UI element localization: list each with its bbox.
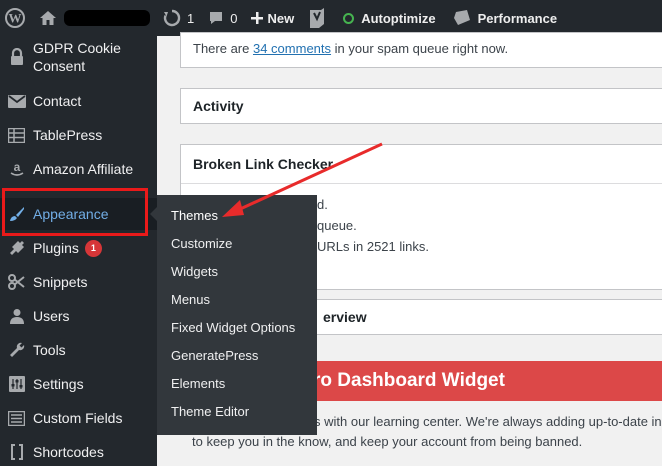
sidebar-item-tools[interactable]: Tools <box>0 336 157 364</box>
performance-icon <box>453 10 471 26</box>
activity-title: Activity <box>193 98 244 114</box>
performance-label: Performance <box>477 10 558 26</box>
table-icon <box>0 127 33 143</box>
sidebar-item-users[interactable]: Users <box>0 302 157 330</box>
performance-button[interactable]: Performance <box>443 0 564 36</box>
sidebar-item-gdpr-cookie-consent[interactable]: GDPR Cookie Consent <box>0 39 157 75</box>
custom-fields-icon <box>0 410 33 426</box>
submenu-item-menus[interactable]: Menus <box>157 286 317 314</box>
learning-center-line-2: to keep you in the know, and keep your a… <box>192 434 583 449</box>
learning-center-line-1: s with our learning center. We're always… <box>314 414 662 429</box>
yoast-icon <box>308 8 326 28</box>
sidebar-item-tablepress[interactable]: TablePress <box>0 121 157 149</box>
sidebar-item-contact[interactable]: Contact <box>0 87 157 115</box>
updates-button[interactable]: 1 <box>156 0 201 36</box>
submenu-item-customize[interactable]: Customize <box>157 230 317 258</box>
plus-icon <box>251 12 264 24</box>
sidebar-item-label: TablePress <box>33 127 103 143</box>
submenu-item-generatepress[interactable]: GeneratePress <box>157 342 317 370</box>
spam-suffix: in your spam queue right now. <box>331 41 509 56</box>
autoptimize-label: Autoptimize <box>361 10 436 26</box>
comments-count: 0 <box>230 10 238 26</box>
blc-line-2: queue. <box>317 218 357 233</box>
updates-count: 1 <box>187 10 195 26</box>
sidebar-item-label: Tools <box>33 342 66 358</box>
sidebar-item-label: Contact <box>33 93 82 109</box>
sidebar-item-label: Settings <box>33 376 84 392</box>
home-icon <box>39 10 57 26</box>
blc-line-1: d. <box>317 197 328 212</box>
amazon-icon: a <box>0 161 33 177</box>
brackets-icon <box>0 444 33 460</box>
new-label: New <box>267 10 295 26</box>
sidebar-item-label: Users <box>33 308 70 324</box>
settings-icon <box>0 376 33 392</box>
spam-comments-link[interactable]: 34 comments <box>253 41 331 56</box>
submenu-item-fixed-widget-options[interactable]: Fixed Widget Options <box>157 314 317 342</box>
sidebar-item-label: Plugins <box>33 240 79 256</box>
spam-queue-text: There are 34 comments in your spam queue… <box>193 41 508 56</box>
site-name-button[interactable] <box>32 0 64 36</box>
autoptimize-status-icon <box>343 12 355 24</box>
plugins-update-badge: 1 <box>84 239 102 257</box>
wordpress-logo-button[interactable]: W <box>0 0 32 36</box>
activity-widget[interactable]: Activity <box>180 88 662 124</box>
sidebar-item-custom-fields[interactable]: Custom Fields <box>0 404 157 432</box>
sidebar-item-settings[interactable]: Settings <box>0 370 157 398</box>
sidebar-item-label: GDPR Cookie Consent <box>33 40 121 74</box>
sidebar-item-label: Shortcodes <box>33 444 104 460</box>
appearance-highlight-annotation <box>2 188 148 236</box>
spam-prefix: There are <box>193 41 253 56</box>
admin-bar: W 1 0 New Autoptimize Performance <box>0 0 662 36</box>
submenu-item-widgets[interactable]: Widgets <box>157 258 317 286</box>
sidebar-item-shortcodes[interactable]: Shortcodes <box>0 438 157 466</box>
lock-icon <box>0 48 33 66</box>
svg-text:a: a <box>13 161 20 174</box>
submenu-item-theme-editor[interactable]: Theme Editor <box>157 398 317 426</box>
sidebar-item-label: Amazon Affiliate <box>33 161 134 177</box>
comment-icon <box>208 10 224 26</box>
sidebar-item-label: Snippets <box>33 274 88 290</box>
refresh-icon <box>163 9 181 27</box>
new-content-button[interactable]: New <box>244 0 301 36</box>
appearance-submenu: Themes Customize Widgets Menus Fixed Wid… <box>157 195 317 435</box>
broken-link-checker-title: Broken Link Checker <box>181 145 662 184</box>
submenu-item-elements[interactable]: Elements <box>157 370 317 398</box>
wrench-icon <box>0 342 33 358</box>
sidebar-item-snippets[interactable]: Snippets <box>0 268 157 296</box>
wordpress-logo-icon: W <box>5 8 25 28</box>
comments-button[interactable]: 0 <box>201 0 244 36</box>
yoast-seo-button[interactable] <box>301 0 333 36</box>
sidebar-item-amazon-affiliate[interactable]: a Amazon Affiliate <box>0 155 157 183</box>
sidebar-item-plugins[interactable]: Plugins 1 <box>0 234 157 262</box>
redacted-site-name <box>64 10 150 26</box>
blc-line-3: URLs in 2521 links. <box>317 239 429 254</box>
mail-icon <box>0 94 33 108</box>
plugin-icon <box>0 240 33 256</box>
svg-text:W: W <box>9 11 22 26</box>
submenu-item-themes[interactable]: Themes <box>157 202 317 230</box>
submenu-pointer <box>150 207 157 221</box>
autoptimize-button[interactable]: Autoptimize <box>333 0 442 36</box>
comments-widget: There are 34 comments in your spam queue… <box>180 32 662 68</box>
admin-sidebar: GDPR Cookie Consent Contact TablePress a… <box>0 36 157 466</box>
sidebar-item-label: Custom Fields <box>33 410 123 426</box>
users-icon <box>0 308 33 324</box>
scissors-icon <box>0 274 33 290</box>
